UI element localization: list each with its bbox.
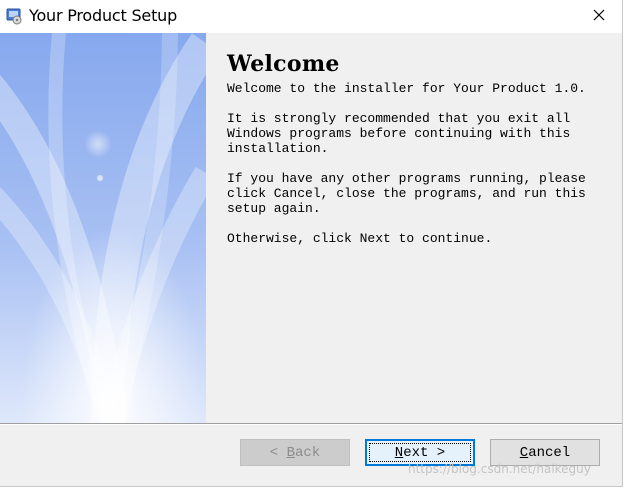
side-banner-image [0,33,206,423]
setup-window: Your Product Setup Welcome Welcome to th… [0,0,623,487]
back-button-label: ack [295,444,321,461]
page-title: Welcome [227,51,340,77]
welcome-content: Welcome Welcome to the installer for You… [206,33,622,423]
back-button-arrow: < [269,444,287,461]
cancel-button-accel: C [519,444,529,461]
paragraph-exit-programs: It is strongly recommended that you exit… [227,111,571,156]
window-title: Your Product Setup [29,6,178,25]
close-button[interactable] [576,0,622,33]
title-bar[interactable]: Your Product Setup [0,0,622,33]
paragraph-cancel-hint: If you have any other programs running, … [227,171,586,216]
paragraph-continue: Otherwise, click Next to continue. [227,231,493,246]
focus-rectangle [369,443,471,462]
watermark-text: https://blog.csdn.net/haikeguy [408,462,591,476]
back-button-accel: B [286,444,295,461]
cancel-button-label: ancel [528,444,571,461]
setup-installer-icon [5,7,23,25]
paragraph-intro: Welcome to the installer for Your Produc… [227,81,586,96]
button-separator [0,423,622,425]
back-button[interactable]: < Back [240,439,350,466]
close-icon [593,8,605,26]
welcome-text: Welcome to the installer for Your Produc… [227,81,612,261]
